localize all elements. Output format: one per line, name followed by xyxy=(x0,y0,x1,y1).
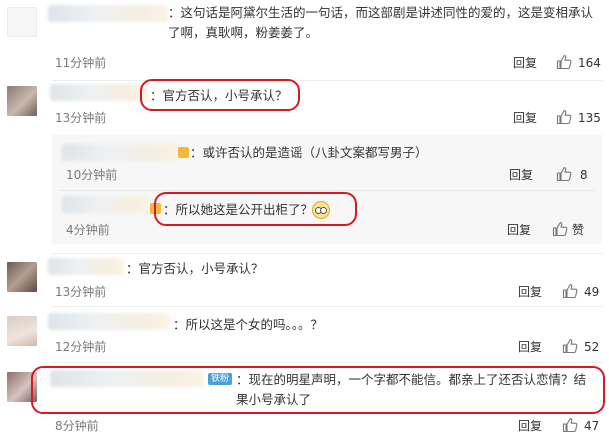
thumbs-up-icon[interactable] xyxy=(552,221,568,237)
divider xyxy=(52,253,603,254)
reply-button[interactable]: 回复 xyxy=(518,339,542,355)
like-count: 49 xyxy=(584,285,600,299)
thumbs-up-icon[interactable] xyxy=(556,54,572,70)
thumbs-up-icon[interactable] xyxy=(562,417,578,433)
comment-text: ：官方否认，小号承认？ xyxy=(126,261,264,276)
thumbs-up-icon[interactable] xyxy=(556,166,572,182)
like-count: 47 xyxy=(584,419,600,433)
thumbs-up-icon[interactable] xyxy=(562,338,578,354)
avatar[interactable] xyxy=(7,7,37,37)
username[interactable] xyxy=(48,258,124,275)
username[interactable] xyxy=(62,196,150,213)
like-count: 52 xyxy=(584,340,600,354)
comment-time: 8分钟前 xyxy=(55,419,99,433)
divider xyxy=(60,190,595,191)
sub-reply-text: ：或许否认的是造谣（八卦文案都写男子） xyxy=(190,145,428,160)
reply-button[interactable]: 回复 xyxy=(509,167,533,183)
reply-button[interactable]: 回复 xyxy=(507,222,531,238)
divider xyxy=(52,306,603,307)
comment-text: ：这句话是阿黛尔生活的一句话，而这部剧是讲述同性的爱的，这是变相承认了啊，真耿啊… xyxy=(168,5,594,40)
thumbs-up-icon[interactable] xyxy=(556,109,572,125)
comment-time: 11分钟前 xyxy=(55,56,107,70)
comment-time: 13分钟前 xyxy=(55,111,107,125)
username[interactable] xyxy=(48,313,170,330)
highlight-annotation xyxy=(154,192,357,226)
username[interactable] xyxy=(62,144,180,161)
avatar[interactable] xyxy=(7,316,37,346)
sub-reply-time: 4分钟前 xyxy=(66,223,110,237)
avatar[interactable] xyxy=(7,86,37,116)
like-count: 8 xyxy=(580,168,588,182)
reply-button[interactable]: 回复 xyxy=(518,284,542,300)
divider xyxy=(52,362,603,363)
highlight-annotation xyxy=(140,79,300,111)
reply-button[interactable]: 回复 xyxy=(513,110,537,126)
reply-button[interactable]: 回复 xyxy=(513,55,537,71)
vip-badge xyxy=(178,147,189,158)
divider xyxy=(52,80,603,81)
highlight-annotation xyxy=(31,366,605,414)
sub-reply-time: 10分钟前 xyxy=(66,168,118,182)
reply-button[interactable]: 回复 xyxy=(518,418,542,434)
like-count: 135 xyxy=(578,111,601,125)
comment-time: 13分钟前 xyxy=(55,285,107,299)
username[interactable] xyxy=(48,5,168,22)
like-count: 164 xyxy=(578,56,601,70)
avatar[interactable] xyxy=(7,262,37,292)
like-count[interactable]: 赞 xyxy=(572,222,584,238)
thumbs-up-icon[interactable] xyxy=(562,283,578,299)
comment-text: ：所以这是个女的吗。。。？ xyxy=(173,317,324,332)
username[interactable] xyxy=(50,84,148,101)
comment-time: 12分钟前 xyxy=(55,340,107,354)
